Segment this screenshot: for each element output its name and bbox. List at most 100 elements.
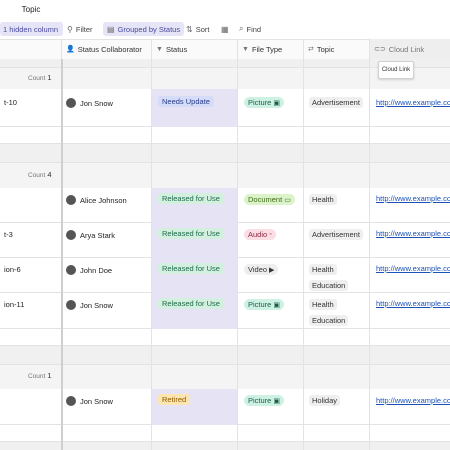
group-count: Count 1: [28, 371, 52, 380]
column-header-collaborator[interactable]: 👤 Status Collaborator: [62, 39, 152, 59]
hidden-columns-button[interactable]: 1 hidden column: [0, 22, 64, 36]
collaborator-name: Jon Snow: [80, 300, 113, 310]
row-name: ion-6: [4, 265, 21, 274]
avatar: [66, 396, 76, 406]
status-badge: Released for Use: [158, 228, 224, 239]
avatar: [66, 98, 76, 108]
collaborator-cell[interactable]: Jon Snow: [66, 98, 113, 108]
column-divider: [303, 59, 304, 450]
filter-label: Filter: [75, 24, 93, 34]
column-topic-label: Topic: [316, 44, 335, 54]
column-cloud-link-label: Cloud Link: [388, 44, 425, 54]
collaborator-cell[interactable]: John Doe: [66, 265, 112, 275]
row-name: t-10: [4, 98, 17, 107]
empty-row[interactable]: [0, 127, 450, 144]
file-type-badge: Video ▶: [244, 264, 279, 275]
collaborator-name: John Doe: [80, 265, 113, 275]
topic-tag: Advertisement: [309, 97, 363, 108]
collaborator-name: Alice Johnson: [80, 195, 127, 205]
group-gap: [0, 346, 450, 364]
cloud-link[interactable]: http://www.example.co: [376, 396, 450, 405]
grouped-by-button[interactable]: ▤ Grouped by Status: [103, 22, 185, 36]
column-file-type-label: File Type: [251, 44, 283, 54]
status-badge: Released for Use: [158, 263, 224, 274]
file-type-badge: Picture ▣: [244, 97, 284, 108]
column-divider: [237, 59, 238, 450]
top-bar: [0, 0, 450, 20]
grouped-label: Grouped by Status: [117, 24, 181, 34]
group-count: Count 1: [28, 73, 52, 82]
status-icon: ▼: [156, 45, 163, 53]
document-icon: ▭: [284, 196, 291, 204]
file-type-badge: Picture ▣: [244, 299, 284, 310]
collaborator-name: Jon Snow: [80, 98, 113, 108]
find-button[interactable]: ⌕ Find: [239, 22, 261, 36]
picture-icon: ▣: [273, 397, 280, 405]
file-type-badge: Picture ▣: [244, 395, 284, 406]
topic-tag: Advertisement: [309, 229, 363, 240]
cloud-link[interactable]: http://www.example.co: [376, 194, 450, 203]
status-cell[interactable]: [152, 89, 238, 127]
status-badge: Released for Use: [158, 193, 224, 204]
collaborator-name: Arya Stark: [80, 230, 116, 240]
group-header[interactable]: [0, 364, 450, 391]
collaborator-cell[interactable]: Arya Stark: [66, 230, 115, 240]
column-status-label: Status: [165, 44, 188, 54]
topic-tag: Education: [309, 315, 349, 326]
tab-topic[interactable]: Topic: [0, 0, 62, 19]
picture-icon: ▣: [273, 99, 280, 107]
status-badge: Needs Update: [158, 96, 214, 107]
group-gap: [0, 144, 450, 162]
collaborator-cell[interactable]: Jon Snow: [66, 396, 113, 406]
file-type-icon: ▼: [242, 45, 249, 53]
topic-tag: Holiday: [309, 395, 341, 406]
status-badge: Released for Use: [158, 298, 224, 309]
cloud-link[interactable]: http://www.example.co: [376, 98, 450, 107]
link-icon: ⊂⊃: [374, 46, 386, 53]
column-header-cloud-link[interactable]: ⊂⊃ Cloud Link: [370, 39, 450, 59]
fields-button[interactable]: ▦: [221, 22, 229, 36]
status-badge: Retired: [158, 394, 191, 405]
sort-icon: ⇅: [186, 24, 193, 34]
row-name: ion-11: [4, 300, 25, 309]
picture-icon: ▣: [273, 301, 280, 309]
avatar: [66, 195, 76, 205]
column-header-status[interactable]: ▼ Status: [152, 39, 238, 59]
row-name: t-3: [4, 230, 13, 239]
video-icon: ▶: [269, 266, 275, 274]
avatar: [66, 230, 76, 240]
column-collaborator-label: Status Collaborator: [77, 44, 142, 54]
empty-row[interactable]: [0, 329, 450, 346]
column-header-topic[interactable]: ⇄ Topic: [304, 39, 370, 59]
filter-button[interactable]: ⚲ Filter: [67, 22, 93, 36]
audio-icon: ◦: [269, 231, 272, 238]
group-header[interactable]: [0, 162, 450, 190]
topic-icon: ⇄: [308, 46, 314, 53]
avatar: [66, 265, 76, 275]
person-icon: 👤: [66, 46, 75, 53]
collaborator-cell[interactable]: Jon Snow: [66, 300, 113, 310]
topic-tag: Health: [309, 299, 337, 310]
cloud-link[interactable]: http://www.example.co: [376, 229, 450, 238]
fields-icon: ▦: [221, 24, 229, 34]
topic-tag: Education: [309, 280, 349, 291]
sort-label: Sort: [195, 24, 210, 34]
empty-row[interactable]: [0, 425, 450, 442]
column-header-name[interactable]: [0, 39, 62, 59]
tooltip-cloud-link: Cloud Link: [378, 61, 414, 79]
column-divider: [151, 59, 152, 450]
cloud-link[interactable]: http://www.example.co: [376, 264, 450, 273]
group-gap: [0, 442, 450, 450]
sort-button[interactable]: ⇅ Sort: [186, 22, 209, 36]
search-icon: ⌕: [239, 24, 244, 33]
collaborator-cell[interactable]: Alice Johnson: [66, 195, 127, 205]
topic-tag: Health: [309, 194, 337, 205]
group-icon: ▤: [107, 24, 115, 34]
find-label: Find: [246, 24, 262, 34]
collaborator-name: Jon Snow: [80, 396, 113, 406]
frozen-column-divider: [61, 59, 63, 450]
file-type-badge: Document ▭: [244, 194, 295, 205]
cloud-link[interactable]: http://www.example.co: [376, 299, 450, 308]
column-header-file-type[interactable]: ▼ File Type: [238, 39, 304, 59]
file-type-badge: Audio ◦: [244, 229, 276, 240]
